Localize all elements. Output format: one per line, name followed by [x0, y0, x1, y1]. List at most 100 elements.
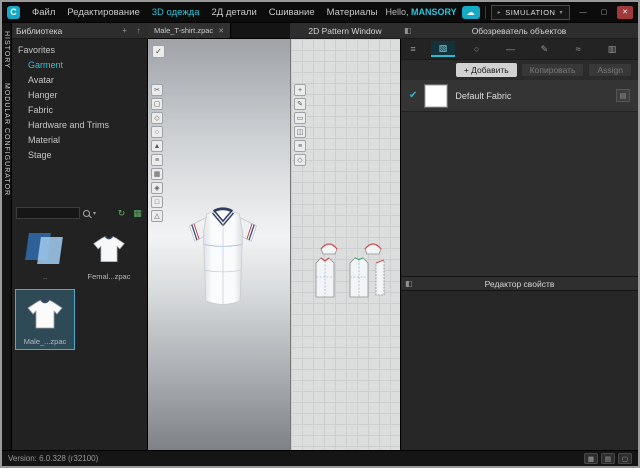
object-browser-header: ◧ Обозреватель объектов	[400, 23, 638, 39]
panel-collapse-icon[interactable]: ◧	[404, 26, 412, 35]
texture-tab-icon[interactable]: ▥	[600, 41, 624, 57]
topstitch-tab-icon[interactable]: —	[499, 41, 523, 57]
fabric-tab-icon[interactable]: ▧	[431, 41, 455, 57]
garment-3d-render[interactable]	[176, 189, 270, 331]
list-menu-icon[interactable]: ≡	[405, 44, 421, 54]
object-list-empty-area	[401, 112, 638, 276]
view-mode-icon[interactable]: ▦	[131, 207, 144, 219]
menu-edit[interactable]: Редактирование	[61, 4, 145, 21]
statusbar-grid-icon[interactable]: ▦	[584, 453, 598, 464]
trace-tool-icon[interactable]: ≡	[294, 140, 306, 152]
female-tshirt-icon	[86, 228, 132, 270]
trim-tab-icon[interactable]: ○	[465, 41, 489, 57]
menu-3d-garment[interactable]: 3D одежда	[146, 4, 206, 21]
internal-line-icon[interactable]: ◫	[294, 126, 306, 138]
object-browser-tabs: ≡ ▧ ○ — ✎ ≈ ▥	[401, 39, 638, 60]
library-search-input[interactable]	[16, 207, 80, 219]
dart-tool-icon[interactable]: ◇	[294, 154, 306, 166]
select-tool-icon[interactable]: ▢	[151, 98, 163, 110]
app-window: C Файл Редактирование 3D одежда 2Д детал…	[0, 0, 640, 468]
pattern-window-header: 2D Pattern Window	[290, 23, 400, 39]
titlebar: C Файл Редактирование 3D одежда 2Д детал…	[2, 2, 638, 23]
texture-view-icon[interactable]: ▦	[151, 168, 163, 180]
fabric-swatch[interactable]	[425, 85, 447, 107]
search-options-icon[interactable]: ▾	[93, 210, 96, 217]
library-panel-header: Библиотека + ↑	[12, 23, 148, 39]
object-browser-title: Обозреватель объектов	[472, 26, 567, 36]
menu-materials[interactable]: Материалы	[321, 4, 384, 21]
library-item-garment[interactable]: Garment	[12, 58, 147, 73]
chevron-down-icon: ▾	[559, 9, 563, 16]
search-icon[interactable]	[83, 210, 90, 217]
left-dock-strip: HISTORY MODULAR CONFIGURATOR	[2, 23, 12, 450]
property-editor-title: Редактор свойств	[485, 279, 555, 289]
username[interactable]: MANSORY	[411, 7, 457, 17]
arrangement-icon[interactable]: ▲	[151, 140, 163, 152]
tab-close-icon[interactable]: ✕	[218, 27, 224, 35]
male-tshirt-icon	[22, 293, 68, 335]
thumbnail-label: ..	[43, 272, 47, 281]
statusbar: Version: 6.0.328 (r32100) ▦ ▤ ▢	[2, 450, 638, 466]
library-item-favorites[interactable]: Favorites	[12, 43, 147, 58]
library-title: Библиотека	[16, 26, 116, 36]
library-item-material[interactable]: Material	[12, 133, 147, 148]
library-item-avatar[interactable]: Avatar	[12, 73, 147, 88]
library-thumbnails: .. Femal...zpac Male_...zpac	[16, 225, 146, 349]
simulation-label: SIMULATION	[505, 8, 555, 17]
close-button[interactable]: ✕	[617, 6, 633, 19]
app-logo-icon[interactable]: C	[7, 6, 20, 19]
puckering-tab-icon[interactable]: ≈	[566, 41, 590, 57]
transform-tool-icon[interactable]: +	[294, 84, 306, 96]
library-search-row: ▾ ↻ ▦	[16, 207, 144, 219]
seamline-icon[interactable]: ≡	[151, 154, 163, 166]
library-item-fabric[interactable]: Fabric	[12, 103, 147, 118]
menu-file[interactable]: Файл	[26, 4, 61, 21]
library-item-stage[interactable]: Stage	[12, 148, 147, 163]
thumbnail-female-tshirt[interactable]: Femal...zpac	[80, 225, 138, 284]
minimize-button[interactable]: —	[575, 6, 591, 19]
scissors-tool-icon[interactable]: ✂	[151, 84, 163, 96]
menu-sewing[interactable]: Сшивание	[263, 4, 321, 21]
statusbar-layout-icon[interactable]: ▤	[601, 453, 615, 464]
panel-collapse-icon[interactable]: ◧	[405, 279, 413, 288]
refresh-icon[interactable]: ↻	[115, 207, 128, 219]
assign-button[interactable]: Assign	[588, 63, 632, 77]
edit-pattern-icon[interactable]: ✎	[294, 98, 306, 110]
menu-2d-pattern[interactable]: 2Д детали	[206, 4, 263, 21]
stitch-tab-icon[interactable]: ✎	[532, 41, 556, 57]
tab-modular-configurator[interactable]: MODULAR CONFIGURATOR	[3, 83, 10, 196]
mesh-view-icon[interactable]: ◈	[151, 182, 163, 194]
add-button[interactable]: + Добавить	[456, 63, 517, 77]
tab-male-tshirt[interactable]: Male_T-shirt.zpac ✕	[148, 23, 231, 38]
library-collapse-icon[interactable]: ↑	[133, 26, 144, 35]
strain-view-icon[interactable]: △	[151, 210, 163, 222]
titlebar-divider	[485, 6, 486, 19]
fabric-list-item[interactable]: ✔ Default Fabric ▤	[401, 80, 638, 112]
pattern-pieces[interactable]	[311, 237, 395, 299]
library-item-hardware-trims[interactable]: Hardware and Trims	[12, 118, 147, 133]
fabric-options-icon[interactable]: ▤	[616, 89, 630, 102]
pin-tool-icon[interactable]: ◇	[151, 112, 163, 124]
tab-history[interactable]: HISTORY	[3, 31, 10, 69]
object-browser-panel: ≡ ▧ ○ — ✎ ≈ ▥ + Добавить Копировать Assi…	[400, 39, 638, 450]
viewport-3d[interactable]: ✓ ✂ ▢ ◇ ○ ▲ ≡ ▦ ◈ □ △	[148, 39, 290, 450]
thumbnail-parent-folder[interactable]: ..	[16, 225, 74, 284]
viewport-toolbar: ✂ ▢ ◇ ○ ▲ ≡ ▦ ◈ □ △	[151, 84, 163, 222]
maximize-button[interactable]: ▢	[596, 6, 612, 19]
simulation-dropdown[interactable]: ▸ SIMULATION ▾	[491, 5, 570, 20]
fabric-name: Default Fabric	[455, 91, 608, 101]
grid-view-icon[interactable]: □	[151, 196, 163, 208]
statusbar-window-icon[interactable]: ▢	[618, 453, 632, 464]
pattern-window-2d[interactable]: + ✎ ▭ ◫ ≡ ◇	[290, 39, 400, 450]
display-mode-icon[interactable]: ✓	[152, 45, 165, 58]
folder-icon	[22, 228, 68, 270]
pattern-window-title: 2D Pattern Window	[308, 26, 381, 36]
cloud-sync-icon[interactable]: ☁	[462, 6, 480, 19]
library-item-hanger[interactable]: Hanger	[12, 88, 147, 103]
avatar-show-icon[interactable]: ○	[151, 126, 163, 138]
rectangle-tool-icon[interactable]: ▭	[294, 112, 306, 124]
copy-button[interactable]: Копировать	[521, 63, 585, 77]
thumbnail-male-tshirt[interactable]: Male_...zpac	[16, 290, 74, 349]
property-editor-header[interactable]: ◧ Редактор свойств	[401, 276, 638, 291]
library-add-icon[interactable]: +	[119, 26, 130, 35]
